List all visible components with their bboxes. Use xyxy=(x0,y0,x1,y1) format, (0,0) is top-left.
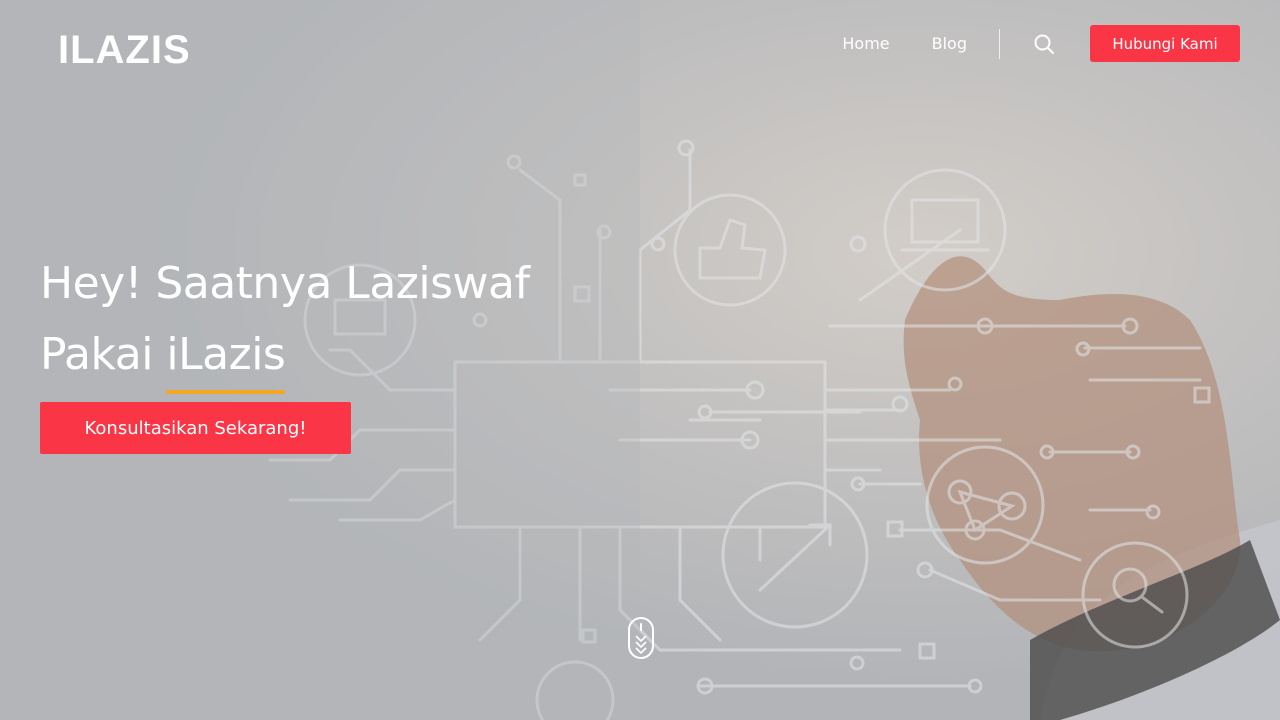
consult-now-button[interactable]: Konsultasikan Sekarang! xyxy=(40,402,351,454)
search-icon-glyph xyxy=(1034,34,1054,54)
search-icon[interactable] xyxy=(1032,32,1056,56)
site-logo[interactable]: ILAZIS xyxy=(58,28,191,72)
main-nav: Home Blog Hubungi Kami xyxy=(842,25,1240,62)
mouse-scroll-icon[interactable] xyxy=(627,616,655,660)
contact-button[interactable]: Hubungi Kami xyxy=(1090,25,1240,62)
headline-prefix: Pakai xyxy=(40,329,167,380)
headline-brand-word: iLazis xyxy=(166,319,286,394)
nav-home-link[interactable]: Home xyxy=(842,34,889,53)
headline-line-1: Hey! Saatnya Laziswaf xyxy=(40,258,530,309)
nav-blog-link[interactable]: Blog xyxy=(932,34,967,53)
headline-line-2: Pakai iLazis xyxy=(40,319,529,394)
hero-headline: Hey! Saatnya Laziswaf Pakai iLazis xyxy=(40,248,530,394)
nav-divider xyxy=(999,28,1000,59)
mouse-scroll-glyph xyxy=(628,617,654,659)
